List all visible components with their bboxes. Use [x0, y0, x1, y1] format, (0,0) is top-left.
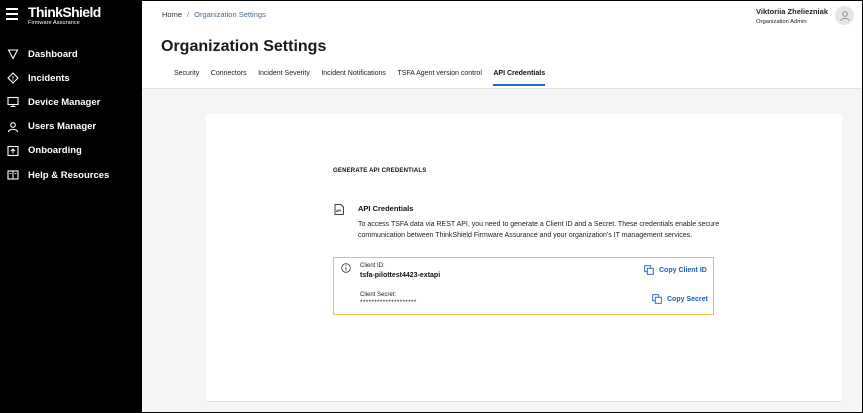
tab-incident-severity[interactable]: Incident Severity: [258, 69, 310, 86]
copy-secret-label: Copy Secret: [667, 295, 708, 303]
user-name: Viktoriia Zheliezniak: [756, 7, 828, 16]
warning-diamond-icon: [6, 72, 19, 85]
info-icon: [341, 263, 351, 273]
client-secret-value: ********************: [360, 299, 417, 306]
settings-tabs: Security Connectors Incident Severity In…: [174, 69, 557, 86]
brand-logo[interactable]: ThinkShield Firmware Assurance: [28, 5, 101, 27]
user-info[interactable]: Viktoriia Zheliezniak Organization Admin: [756, 7, 828, 25]
sidebar-item-label: Dashboard: [28, 48, 78, 60]
copy-secret-button[interactable]: Copy Secret: [652, 294, 708, 304]
main-content: GENERATE API CREDENTIALS API API Credent…: [142, 89, 862, 412]
page-title: Organization Settings: [161, 38, 327, 55]
brand-name: ThinkShield: [28, 4, 101, 20]
sidebar-item-label: Device Manager: [28, 96, 101, 108]
user-icon: [6, 120, 19, 133]
sidebar-item-device-manager[interactable]: Device Manager: [1, 90, 142, 114]
hamburger-menu-icon[interactable]: [6, 8, 18, 20]
sidebar-nav: Dashboard Incidents Device Manager Users…: [1, 42, 142, 187]
svg-text:API: API: [336, 209, 341, 213]
card-divider: [206, 401, 842, 402]
user-role: Organization Admin: [756, 19, 807, 25]
sidebar-item-help-resources[interactable]: Help & Resources: [1, 163, 142, 187]
copy-icon: [644, 265, 654, 275]
client-id-label: Client ID:: [360, 263, 385, 269]
tab-security[interactable]: Security: [174, 69, 199, 86]
breadcrumb-current: Organization Settings: [194, 10, 266, 19]
sidebar-item-label: Incidents: [28, 72, 70, 84]
api-credentials-card: GENERATE API CREDENTIALS API API Credent…: [206, 114, 842, 401]
breadcrumb: Home / Organization Settings: [162, 10, 266, 19]
client-secret-label: Client Secret:: [360, 292, 397, 298]
sidebar-item-onboarding[interactable]: Onboarding: [1, 139, 142, 163]
shield-icon: [6, 48, 19, 61]
sidebar-item-label: Onboarding: [28, 145, 82, 157]
tab-incident-notifications[interactable]: Incident Notifications: [321, 69, 386, 86]
client-id-value: tsfa-pilottest4423-extapi: [360, 272, 441, 279]
sidebar-item-users-manager[interactable]: Users Manager: [1, 115, 142, 139]
tab-api-credentials[interactable]: API Credentials: [493, 69, 546, 86]
sidebar: ThinkShield Firmware Assurance Dashboard…: [1, 1, 142, 412]
copy-icon: [652, 294, 662, 304]
copy-client-id-button[interactable]: Copy Client ID: [644, 265, 707, 275]
sidebar-item-label: Users Manager: [28, 121, 97, 133]
section-title: GENERATE API CREDENTIALS: [333, 168, 427, 174]
tab-tsfa-agent-version-control[interactable]: TSFA Agent version control: [397, 69, 481, 86]
breadcrumb-separator: /: [187, 10, 190, 19]
tab-connectors[interactable]: Connectors: [211, 69, 247, 86]
brand-tagline: Firmware Assurance: [28, 20, 80, 26]
api-document-icon: API: [334, 204, 344, 215]
user-avatar-icon: [839, 10, 850, 21]
avatar[interactable]: [835, 6, 854, 25]
book-icon: [6, 169, 19, 182]
sidebar-item-incidents[interactable]: Incidents: [1, 66, 142, 90]
app-window: ThinkShield Firmware Assurance Dashboard…: [0, 0, 863, 413]
copy-client-id-label: Copy Client ID: [659, 266, 707, 274]
monitor-icon: [6, 96, 19, 109]
upload-icon: [6, 144, 19, 157]
api-credentials-description: To access TSFA data via REST API, you ne…: [358, 221, 720, 239]
sidebar-item-dashboard[interactable]: Dashboard: [1, 42, 142, 66]
breadcrumb-home-link[interactable]: Home: [162, 10, 182, 19]
page-header: Home / Organization Settings Viktoriia Zhe…: [142, 1, 862, 89]
credentials-box: Client ID: tsfa-pilottest4423-extapi Cli…: [333, 257, 714, 315]
sidebar-item-label: Help & Resources: [28, 169, 110, 181]
api-credentials-title: API Credentials: [358, 204, 414, 213]
